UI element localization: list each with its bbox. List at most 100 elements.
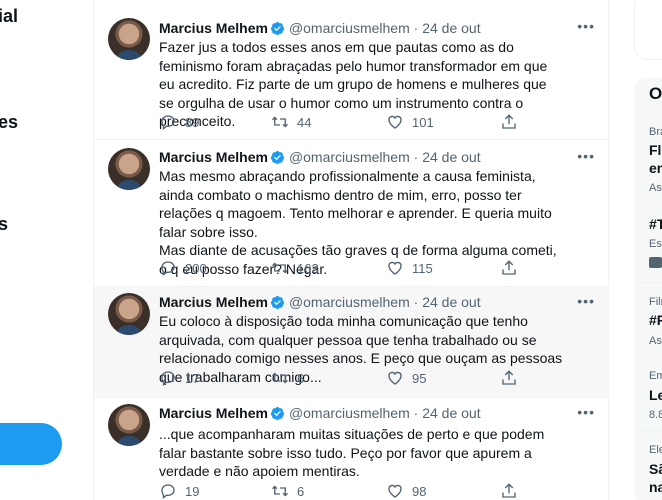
- reply-icon: [161, 371, 175, 386]
- tweet-button[interactable]: [0, 423, 62, 465]
- author-handle[interactable]: @omarciusmelhem: [289, 405, 410, 421]
- retweet-icon: [272, 262, 288, 274]
- reply-button[interactable]: 89: [159, 113, 199, 131]
- reply-count: 17: [185, 370, 200, 386]
- more-icon[interactable]: •••: [577, 293, 595, 309]
- nav-item-2[interactable]: es: [0, 112, 18, 133]
- reply-icon: [161, 115, 175, 130]
- tweet-date[interactable]: 24 de out: [422, 149, 480, 165]
- like-icon: [388, 115, 402, 129]
- retweet-count: 163: [297, 260, 319, 276]
- like-button[interactable]: 115: [386, 259, 433, 277]
- author-handle[interactable]: @omarciusmelhem: [289, 294, 410, 310]
- avatar[interactable]: [108, 18, 150, 60]
- retweet-button[interactable]: 44: [271, 113, 311, 131]
- trends-heading: O: [649, 84, 662, 103]
- tweet-header: Marcius Melhem @omarciusmelhem · 24 de ou…: [159, 149, 481, 167]
- trend-title[interactable]: na: [649, 479, 662, 495]
- separator-dot: ·: [413, 20, 419, 36]
- tweet-date[interactable]: 24 de out: [422, 405, 480, 421]
- trend-title[interactable]: Sã: [649, 461, 662, 477]
- tweet-paragraph: Mas mesmo abraçando profissionalmente a …: [159, 168, 552, 240]
- right-sidebar: [609, 0, 662, 500]
- author-name[interactable]: Marcius Melhem: [159, 294, 268, 310]
- tweet-actions: 200 163 115: [159, 259, 579, 279]
- like-button[interactable]: 101: [386, 113, 434, 131]
- avatar[interactable]: [108, 148, 150, 190]
- trend-meta: Est: [649, 238, 662, 250]
- retweet-button[interactable]: 6: [271, 482, 304, 500]
- retweet-button[interactable]: 6: [271, 369, 304, 387]
- like-count: 101: [412, 114, 434, 130]
- tweet[interactable]: Marcius Melhem @omarciusmelhem · 24 de ou…: [94, 287, 609, 398]
- reply-count: 89: [185, 114, 200, 130]
- reply-count: 200: [185, 260, 207, 276]
- reply-icon: [161, 484, 175, 499]
- trend-title[interactable]: #T: [649, 216, 662, 232]
- trend-meta: Ass: [649, 182, 662, 194]
- separator-dot: ·: [413, 294, 419, 310]
- tweet[interactable]: Marcius Melhem @omarciusmelhem · 24 de ou…: [94, 0, 609, 140]
- trends-panel: [634, 77, 662, 500]
- tweet[interactable]: Marcius Melhem @omarciusmelhem · 24 de ou…: [94, 140, 609, 287]
- divider: [634, 282, 662, 283]
- share-icon: [502, 370, 516, 385]
- like-button[interactable]: 95: [386, 369, 426, 387]
- retweet-count: 44: [297, 114, 312, 130]
- author-handle[interactable]: @omarciusmelhem: [289, 149, 410, 165]
- reply-button[interactable]: 17: [159, 369, 199, 387]
- divider: [634, 203, 662, 204]
- tweet-text: ...que acompanharam muitas situações de …: [159, 425, 564, 481]
- retweet-icon: [272, 372, 288, 384]
- share-button[interactable]: [500, 113, 518, 131]
- more-icon[interactable]: •••: [577, 404, 595, 420]
- like-count: 115: [412, 260, 433, 276]
- tweet-date[interactable]: 24 de out: [422, 20, 480, 36]
- retweet-button[interactable]: 163: [271, 259, 319, 277]
- tweet-actions: 19 6 98: [159, 482, 579, 500]
- like-icon: [388, 371, 402, 385]
- verified-badge-icon: [270, 150, 285, 168]
- trend-title[interactable]: Le: [649, 387, 662, 403]
- sidebar-card: [634, 0, 662, 60]
- share-button[interactable]: [500, 482, 518, 500]
- share-button[interactable]: [500, 259, 518, 277]
- reply-button[interactable]: 200: [159, 259, 207, 277]
- like-count: 98: [412, 483, 427, 499]
- retweet-icon: [272, 485, 288, 497]
- trend-meta: Ass: [649, 335, 662, 347]
- tweet-header: Marcius Melhem @omarciusmelhem · 24 de ou…: [159, 405, 481, 423]
- separator-dot: ·: [413, 149, 419, 165]
- avatar[interactable]: [108, 293, 150, 335]
- reply-button[interactable]: 19: [159, 482, 199, 500]
- author-name[interactable]: Marcius Melhem: [159, 405, 268, 421]
- share-button[interactable]: [500, 369, 518, 387]
- like-button[interactable]: 98: [386, 482, 426, 500]
- trend-title[interactable]: #P: [649, 312, 662, 328]
- avatar[interactable]: [108, 404, 150, 446]
- author-name[interactable]: Marcius Melhem: [159, 149, 268, 165]
- nav-item-1[interactable]: ial: [0, 6, 18, 27]
- more-icon[interactable]: •••: [577, 148, 595, 164]
- trend-title[interactable]: Flu: [649, 142, 662, 158]
- nav-item-3[interactable]: s: [0, 214, 8, 235]
- tweet-actions: 17 6 95: [159, 369, 579, 389]
- divider: [634, 356, 662, 357]
- separator-dot: ·: [413, 405, 419, 421]
- tweet[interactable]: Marcius Melhem @omarciusmelhem · 24 de ou…: [94, 398, 609, 500]
- share-icon: [502, 260, 516, 275]
- divider: [634, 430, 662, 431]
- trend-title[interactable]: en: [649, 160, 662, 176]
- timeline: Marcius Melhem @omarciusmelhem · 24 de ou…: [93, 0, 609, 500]
- like-icon: [388, 261, 402, 275]
- trend-context: Film: [649, 296, 662, 308]
- author-name[interactable]: Marcius Melhem: [159, 20, 268, 36]
- author-handle[interactable]: @omarciusmelhem: [289, 20, 410, 36]
- trend-context: Ele: [649, 444, 662, 456]
- retweet-count: 6: [297, 483, 305, 499]
- tweet-date[interactable]: 24 de out: [422, 294, 480, 310]
- more-icon[interactable]: •••: [577, 18, 595, 34]
- share-icon: [502, 483, 516, 498]
- retweet-count: 6: [297, 370, 305, 386]
- verified-badge-icon: [270, 295, 285, 313]
